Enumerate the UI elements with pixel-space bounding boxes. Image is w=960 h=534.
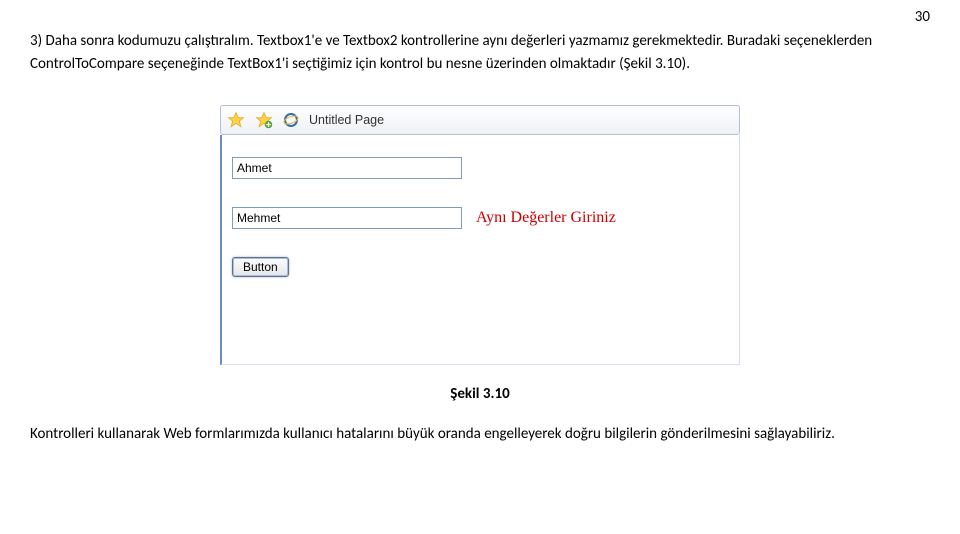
- validation-message: Aynı Değerler Giriniz: [476, 209, 616, 227]
- page-number: 30: [915, 8, 930, 26]
- textbox1-input[interactable]: [232, 157, 462, 179]
- form-row-2: Aynı Değerler Giriniz: [232, 207, 739, 229]
- bookmark-bar: Untitled Page: [220, 105, 740, 135]
- add-favorite-star-icon: [255, 111, 273, 129]
- browser-content-area: Aynı Değerler Giriniz Button: [220, 135, 740, 365]
- ie-logo-icon: [283, 112, 299, 128]
- figure-caption: Şekil 3.10: [30, 385, 930, 403]
- button-row: Button: [232, 257, 739, 277]
- textbox2-input[interactable]: [232, 207, 462, 229]
- form-row-1: [232, 157, 739, 179]
- browser-tab-title: Untitled Page: [309, 113, 384, 127]
- browser-screenshot: Untitled Page Aynı Değerler Giriniz Butt…: [220, 105, 740, 365]
- submit-button[interactable]: Button: [232, 257, 289, 277]
- favorites-star-icon: [227, 111, 245, 129]
- closing-paragraph: Kontrolleri kullanarak Web formlarımızda…: [30, 423, 930, 446]
- intro-paragraph: 3) Daha sonra kodumuzu çalıştıralım. Tex…: [30, 30, 930, 75]
